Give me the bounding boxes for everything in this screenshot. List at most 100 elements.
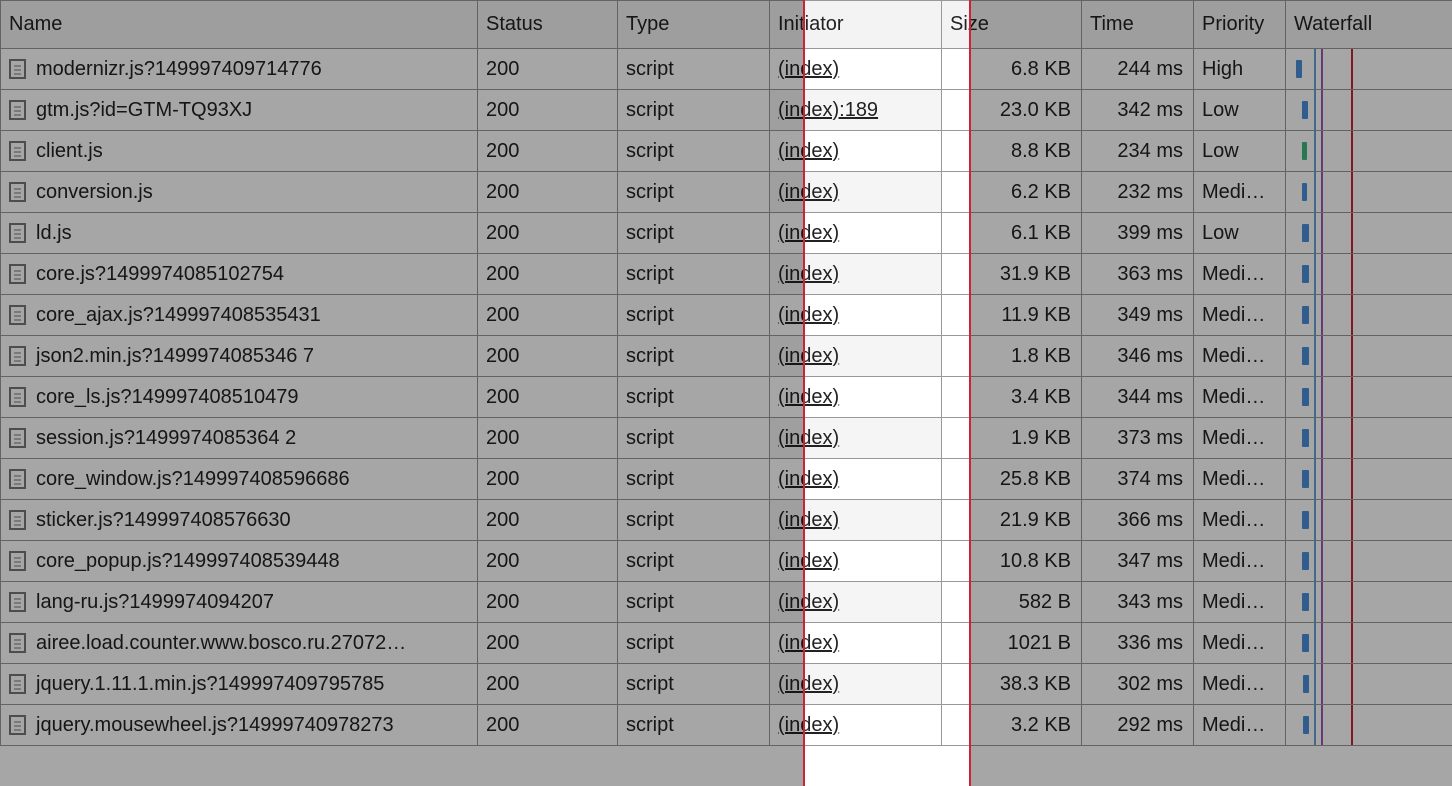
cell-type: script: [618, 582, 770, 623]
cell-priority: Low: [1194, 131, 1286, 172]
cell-name[interactable]: core.js?1499974085102754: [1, 254, 478, 295]
table-row[interactable]: core_ajax.js?149997408535431200script(in…: [1, 295, 1452, 336]
cell-name[interactable]: jquery.mousewheel.js?14999740978273: [1, 705, 478, 746]
cell-waterfall[interactable]: [1286, 213, 1452, 254]
cell-waterfall[interactable]: [1286, 336, 1452, 377]
cell-waterfall[interactable]: [1286, 49, 1452, 90]
cell-initiator[interactable]: (index): [770, 459, 942, 500]
initiator-link[interactable]: (index): [778, 222, 839, 244]
cell-waterfall[interactable]: [1286, 90, 1452, 131]
initiator-link[interactable]: (index): [778, 304, 839, 326]
cell-time: 347 ms: [1082, 541, 1194, 582]
table-row[interactable]: gtm.js?id=GTM-TQ93XJ200script(index):189…: [1, 90, 1452, 131]
col-header-time[interactable]: Time: [1082, 1, 1194, 49]
col-header-name[interactable]: Name: [1, 1, 478, 49]
col-header-initiator[interactable]: Initiator: [770, 1, 942, 49]
cell-waterfall[interactable]: [1286, 131, 1452, 172]
initiator-link[interactable]: (index): [778, 550, 839, 572]
cell-initiator[interactable]: (index):189: [770, 90, 942, 131]
initiator-link[interactable]: (index): [778, 427, 839, 449]
initiator-link[interactable]: (index): [778, 386, 839, 408]
table-row[interactable]: sticker.js?149997408576630200script(inde…: [1, 500, 1452, 541]
cell-name[interactable]: core_popup.js?149997408539448: [1, 541, 478, 582]
cell-initiator[interactable]: (index): [770, 213, 942, 254]
cell-waterfall[interactable]: [1286, 582, 1452, 623]
cell-name[interactable]: conversion.js: [1, 172, 478, 213]
cell-initiator[interactable]: (index): [770, 541, 942, 582]
cell-initiator[interactable]: (index): [770, 418, 942, 459]
cell-name[interactable]: session.js?1499974085364 2: [1, 418, 478, 459]
cell-status: 200: [478, 541, 618, 582]
cell-waterfall[interactable]: [1286, 377, 1452, 418]
table-row[interactable]: jquery.mousewheel.js?14999740978273200sc…: [1, 705, 1452, 746]
cell-name[interactable]: core_window.js?149997408596686: [1, 459, 478, 500]
initiator-link[interactable]: (index): [778, 632, 839, 654]
table-row[interactable]: lang-ru.js?1499974094207200script(index)…: [1, 582, 1452, 623]
cell-waterfall[interactable]: [1286, 418, 1452, 459]
cell-name[interactable]: client.js: [1, 131, 478, 172]
table-row[interactable]: json2.min.js?1499974085346 7200script(in…: [1, 336, 1452, 377]
cell-name[interactable]: json2.min.js?1499974085346 7: [1, 336, 478, 377]
initiator-link[interactable]: (index): [778, 140, 839, 162]
cell-initiator[interactable]: (index): [770, 131, 942, 172]
table-row[interactable]: session.js?1499974085364 2200script(inde…: [1, 418, 1452, 459]
waterfall-chart: [1294, 213, 1444, 253]
table-row[interactable]: ld.js200script(index)6.1 KB399 msLow: [1, 213, 1452, 254]
cell-initiator[interactable]: (index): [770, 295, 942, 336]
table-row[interactable]: core_ls.js?149997408510479200script(inde…: [1, 377, 1452, 418]
cell-waterfall[interactable]: [1286, 623, 1452, 664]
initiator-link[interactable]: (index):189: [778, 99, 878, 121]
cell-waterfall[interactable]: [1286, 541, 1452, 582]
cell-name[interactable]: lang-ru.js?1499974094207: [1, 582, 478, 623]
cell-initiator[interactable]: (index): [770, 582, 942, 623]
table-row[interactable]: core.js?1499974085102754200script(index)…: [1, 254, 1452, 295]
cell-initiator[interactable]: (index): [770, 377, 942, 418]
cell-size: 10.8 KB: [942, 541, 1082, 582]
cell-initiator[interactable]: (index): [770, 336, 942, 377]
initiator-link[interactable]: (index): [778, 714, 839, 736]
cell-initiator[interactable]: (index): [770, 49, 942, 90]
table-row[interactable]: client.js200script(index)8.8 KB234 msLow: [1, 131, 1452, 172]
table-row[interactable]: core_popup.js?149997408539448200script (i…: [1, 541, 1452, 582]
cell-initiator[interactable]: (index): [770, 705, 942, 746]
cell-name[interactable]: jquery.1.11.1.min.js?149997409795785: [1, 664, 478, 705]
initiator-link[interactable]: (index): [778, 509, 839, 531]
cell-initiator[interactable]: (index): [770, 623, 942, 664]
cell-name[interactable]: airee.load.counter.www.bosco.ru.27072…: [1, 623, 478, 664]
table-row[interactable]: jquery.1.11.1.min.js?149997409795785200s…: [1, 664, 1452, 705]
cell-waterfall[interactable]: [1286, 500, 1452, 541]
cell-name[interactable]: core_ajax.js?149997408535431: [1, 295, 478, 336]
cell-initiator[interactable]: (index): [770, 500, 942, 541]
table-row[interactable]: modernizr.js?149997409714776200script(in…: [1, 49, 1452, 90]
cell-initiator[interactable]: (index): [770, 254, 942, 295]
initiator-link[interactable]: (index): [778, 673, 839, 695]
cell-waterfall[interactable]: [1286, 172, 1452, 213]
cell-name[interactable]: ld.js: [1, 213, 478, 254]
cell-name[interactable]: gtm.js?id=GTM-TQ93XJ: [1, 90, 478, 131]
cell-waterfall[interactable]: [1286, 295, 1452, 336]
table-row[interactable]: airee.load.counter.www.bosco.ru.27072…20…: [1, 623, 1452, 664]
initiator-link[interactable]: (index): [778, 468, 839, 490]
col-header-status[interactable]: Status: [478, 1, 618, 49]
col-header-type[interactable]: Type: [618, 1, 770, 49]
col-header-priority[interactable]: Priority: [1194, 1, 1286, 49]
col-header-waterfall[interactable]: Waterfall: [1286, 1, 1452, 49]
cell-type: script: [618, 541, 770, 582]
table-row[interactable]: core_window.js?149997408596686200script(…: [1, 459, 1452, 500]
initiator-link[interactable]: (index): [778, 591, 839, 613]
initiator-link[interactable]: (index): [778, 345, 839, 367]
cell-name[interactable]: sticker.js?149997408576630: [1, 500, 478, 541]
cell-waterfall[interactable]: [1286, 459, 1452, 500]
initiator-link[interactable]: (index): [778, 263, 839, 285]
cell-name[interactable]: modernizr.js?149997409714776: [1, 49, 478, 90]
cell-waterfall[interactable]: [1286, 705, 1452, 746]
cell-initiator[interactable]: (index): [770, 172, 942, 213]
table-row[interactable]: conversion.js200script(index)6.2 KB232 m…: [1, 172, 1452, 213]
cell-initiator[interactable]: (index): [770, 664, 942, 705]
cell-name[interactable]: core_ls.js?149997408510479: [1, 377, 478, 418]
cell-waterfall[interactable]: [1286, 254, 1452, 295]
col-header-size[interactable]: Size: [942, 1, 1082, 49]
initiator-link[interactable]: (index): [778, 58, 839, 80]
initiator-link[interactable]: (index): [778, 181, 839, 203]
cell-waterfall[interactable]: [1286, 664, 1452, 705]
